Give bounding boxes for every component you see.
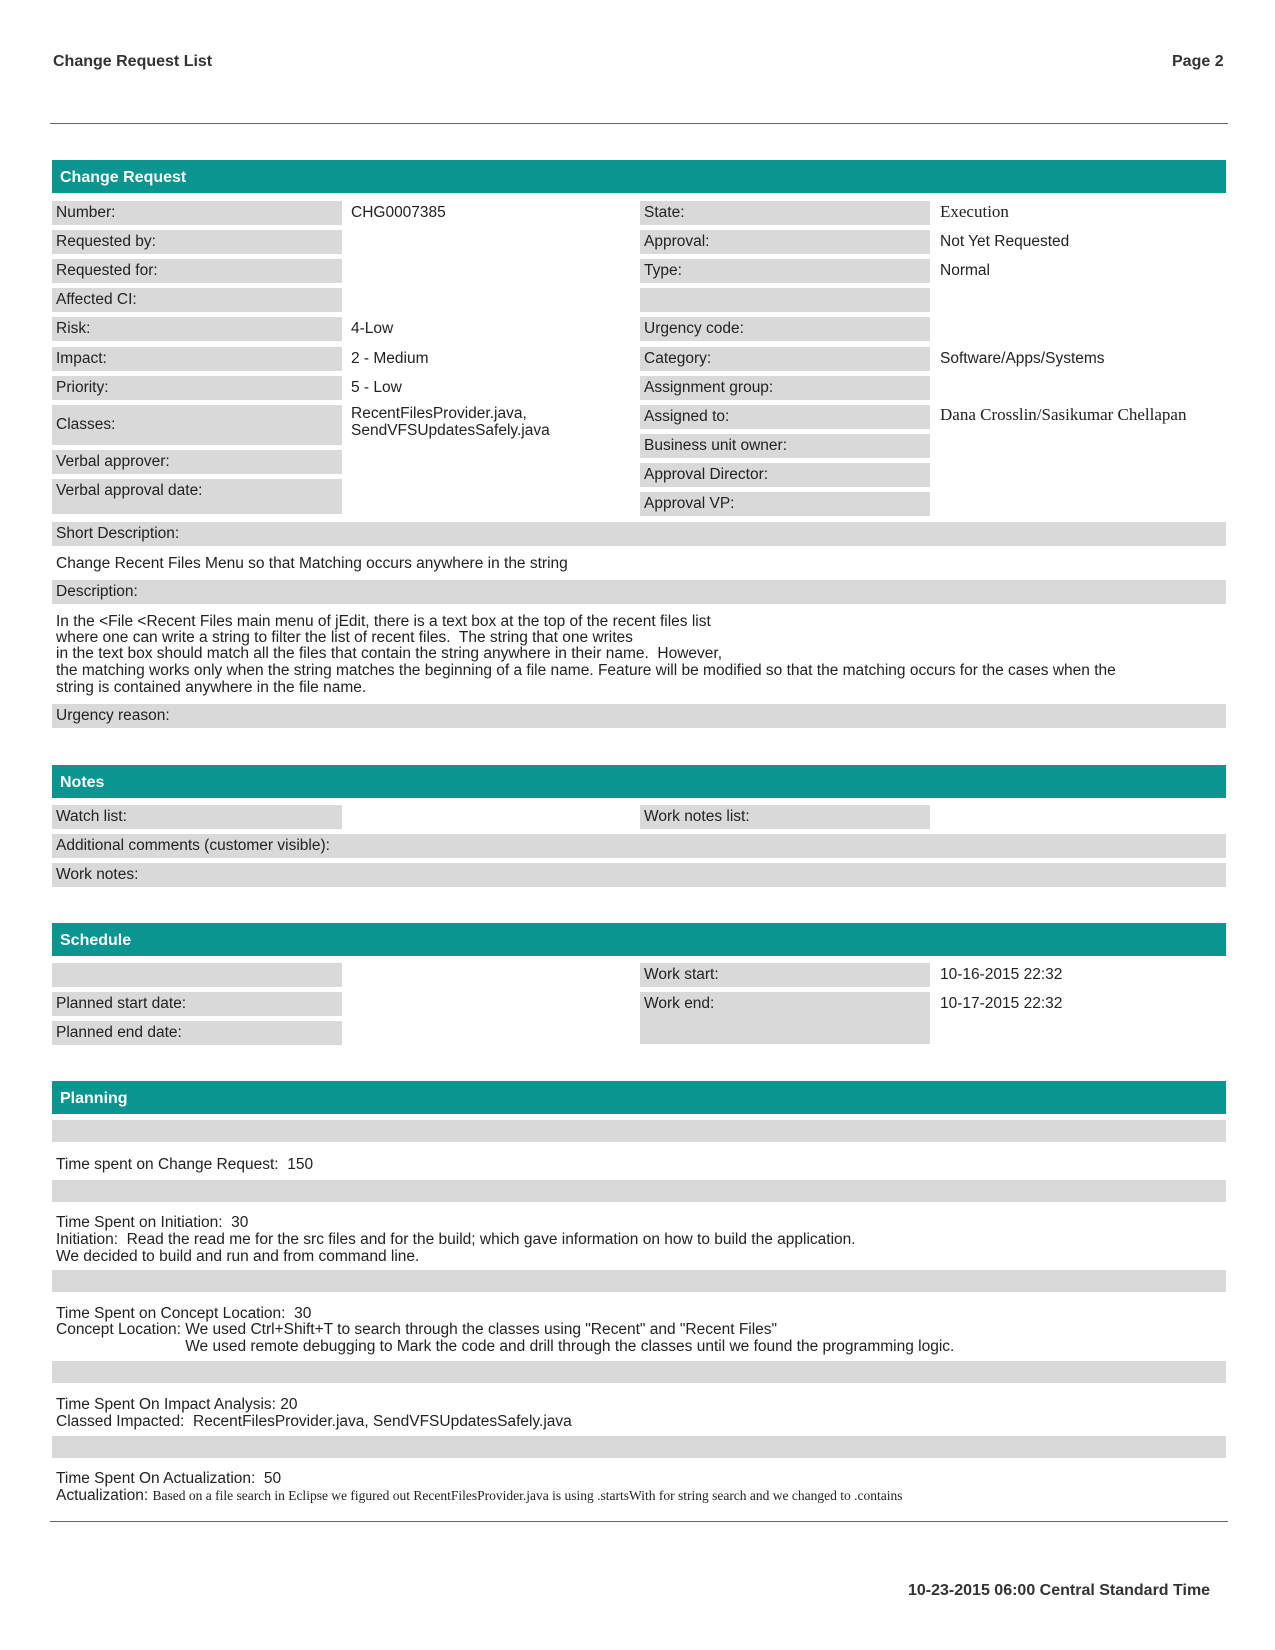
urgency-reason-label: Urgency reason:	[52, 704, 1226, 728]
assignment-group-label: Assignment group:	[640, 376, 930, 400]
planned-start-label: Planned start date:	[52, 992, 342, 1016]
work-start-label: Work start:	[640, 963, 930, 987]
approval-director-label: Approval Director:	[640, 463, 930, 487]
planning-divider-5	[52, 1436, 1226, 1458]
section-notes: Notes	[52, 765, 1226, 798]
short-description-label: Short Description:	[52, 522, 1226, 546]
header-rule	[50, 123, 1228, 124]
page-number: Page 2	[1172, 53, 1224, 70]
concept-line-3: We used remote debugging to Mark the cod…	[56, 1338, 955, 1355]
footer-timestamp: 10-23-2015 06:00 Central Standard Time	[908, 1582, 1211, 1599]
actualization-label: Actualization:	[56, 1487, 153, 1504]
verbal-approval-date-label: Verbal approval date:	[52, 479, 342, 514]
concept-line-2: Concept Location: We used Ctrl+Shift+T t…	[56, 1321, 778, 1338]
business-unit-owner-label: Business unit owner:	[640, 434, 930, 458]
initiation-line-3: We decided to build and run and from com…	[56, 1248, 420, 1265]
type-value: Normal	[940, 262, 990, 279]
urgency-code-label: Urgency code:	[640, 317, 930, 341]
risk-label: Risk:	[52, 317, 342, 341]
requested-by-label: Requested by:	[52, 230, 342, 254]
approval-label: Approval:	[640, 230, 930, 254]
description-label: Description:	[52, 580, 1226, 604]
state-label: State:	[640, 201, 930, 225]
work-start-value: 10-16-2015 22:32	[940, 966, 1063, 983]
impact-value: 2 - Medium	[351, 350, 429, 367]
requested-for-label: Requested for:	[52, 259, 342, 283]
description-line-4: the matching works only when the string …	[56, 662, 1116, 679]
assigned-to-value: Dana Crosslin/Sasikumar Chellapan	[940, 405, 1187, 424]
number-label: Number:	[52, 201, 342, 225]
short-description-value: Change Recent Files Menu so that Matchin…	[56, 555, 568, 572]
watch-list-label: Watch list:	[52, 805, 342, 829]
description-line-3: in the text box should match all the fil…	[56, 645, 723, 662]
category-value: Software/Apps/Systems	[940, 350, 1105, 367]
affected-ci-label: Affected CI:	[52, 288, 342, 312]
section-change-request: Change Request	[52, 160, 1226, 193]
verbal-approver-label: Verbal approver:	[52, 450, 342, 474]
planning-divider-1	[52, 1120, 1226, 1142]
risk-value: 4-Low	[351, 320, 394, 337]
actualization-text: Based on a file search in Eclipse we fig…	[152, 1488, 903, 1503]
assigned-to-label: Assigned to:	[640, 405, 930, 429]
category-label: Category:	[640, 347, 930, 371]
work-notes-label: Work notes:	[52, 863, 1226, 887]
impact-line-2: Classed Impacted: RecentFilesProvider.ja…	[56, 1413, 572, 1430]
initiation-line-1: Time Spent on Initiation: 30	[56, 1214, 249, 1231]
actualization-line: Actualization: Based on a file search in…	[56, 1487, 903, 1505]
impact-line-1: Time Spent On Impact Analysis: 20	[56, 1396, 298, 1413]
work-notes-list-label: Work notes list:	[640, 805, 930, 829]
classes-label: Classes:	[52, 405, 342, 445]
planning-divider-2	[52, 1180, 1226, 1202]
time-spent-change-request: Time spent on Change Request: 150	[56, 1156, 314, 1173]
approval-vp-label: Approval VP:	[640, 492, 930, 516]
report-title: Change Request List	[53, 53, 213, 70]
description-line-5: string is contained anywhere in the file…	[56, 679, 367, 696]
priority-value: 5 - Low	[351, 379, 402, 396]
work-end-label: Work end:	[640, 992, 930, 1044]
blank-schedule-field	[52, 963, 342, 987]
additional-comments-label: Additional comments (customer visible):	[52, 834, 1226, 858]
planning-divider-3	[52, 1270, 1226, 1292]
approval-value: Not Yet Requested	[940, 233, 1070, 250]
work-end-value: 10-17-2015 22:32	[940, 995, 1063, 1012]
section-planning: Planning	[52, 1081, 1226, 1114]
type-label: Type:	[640, 259, 930, 283]
priority-label: Priority:	[52, 376, 342, 400]
state-value: Execution	[940, 202, 1009, 221]
actualization-time: Time Spent On Actualization: 50	[56, 1470, 282, 1487]
classes-value-1: RecentFilesProvider.java,	[351, 405, 527, 422]
planned-end-label: Planned end date:	[52, 1021, 342, 1045]
number-value: CHG0007385	[351, 204, 446, 221]
initiation-line-2: Initiation: Read the read me for the src…	[56, 1231, 856, 1248]
planning-divider-4	[52, 1361, 1226, 1383]
section-schedule: Schedule	[52, 923, 1226, 956]
blank-right-field	[640, 288, 930, 312]
classes-value-2: SendVFSUpdatesSafely.java	[351, 422, 550, 439]
impact-label: Impact:	[52, 347, 342, 371]
footer-rule	[50, 1521, 1228, 1522]
